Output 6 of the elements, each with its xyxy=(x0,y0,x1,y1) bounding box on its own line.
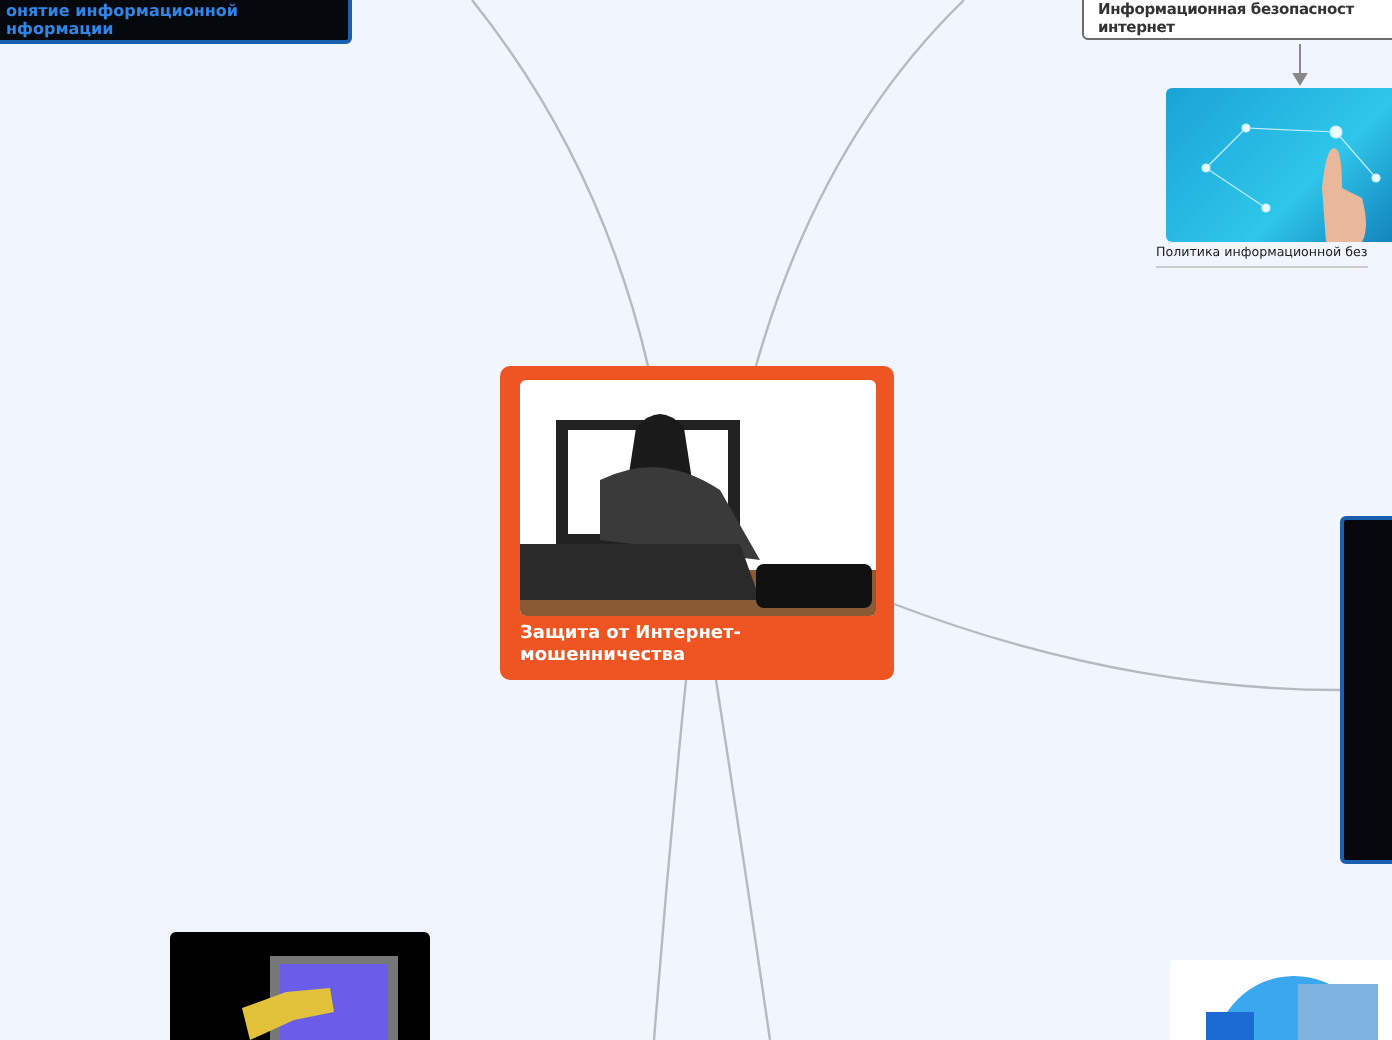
arrow-line xyxy=(1292,43,1308,86)
topic-text: онятие информационной xyxy=(6,2,241,20)
topic-node[interactable]: онятие информационной нформации xyxy=(0,0,352,44)
central-topic-node[interactable]: Защита от Интернет-мошенничества xyxy=(500,366,894,680)
topic-title: Защита от Интернет-мошенничества xyxy=(520,624,743,668)
topic-text: нформации xyxy=(6,20,116,38)
